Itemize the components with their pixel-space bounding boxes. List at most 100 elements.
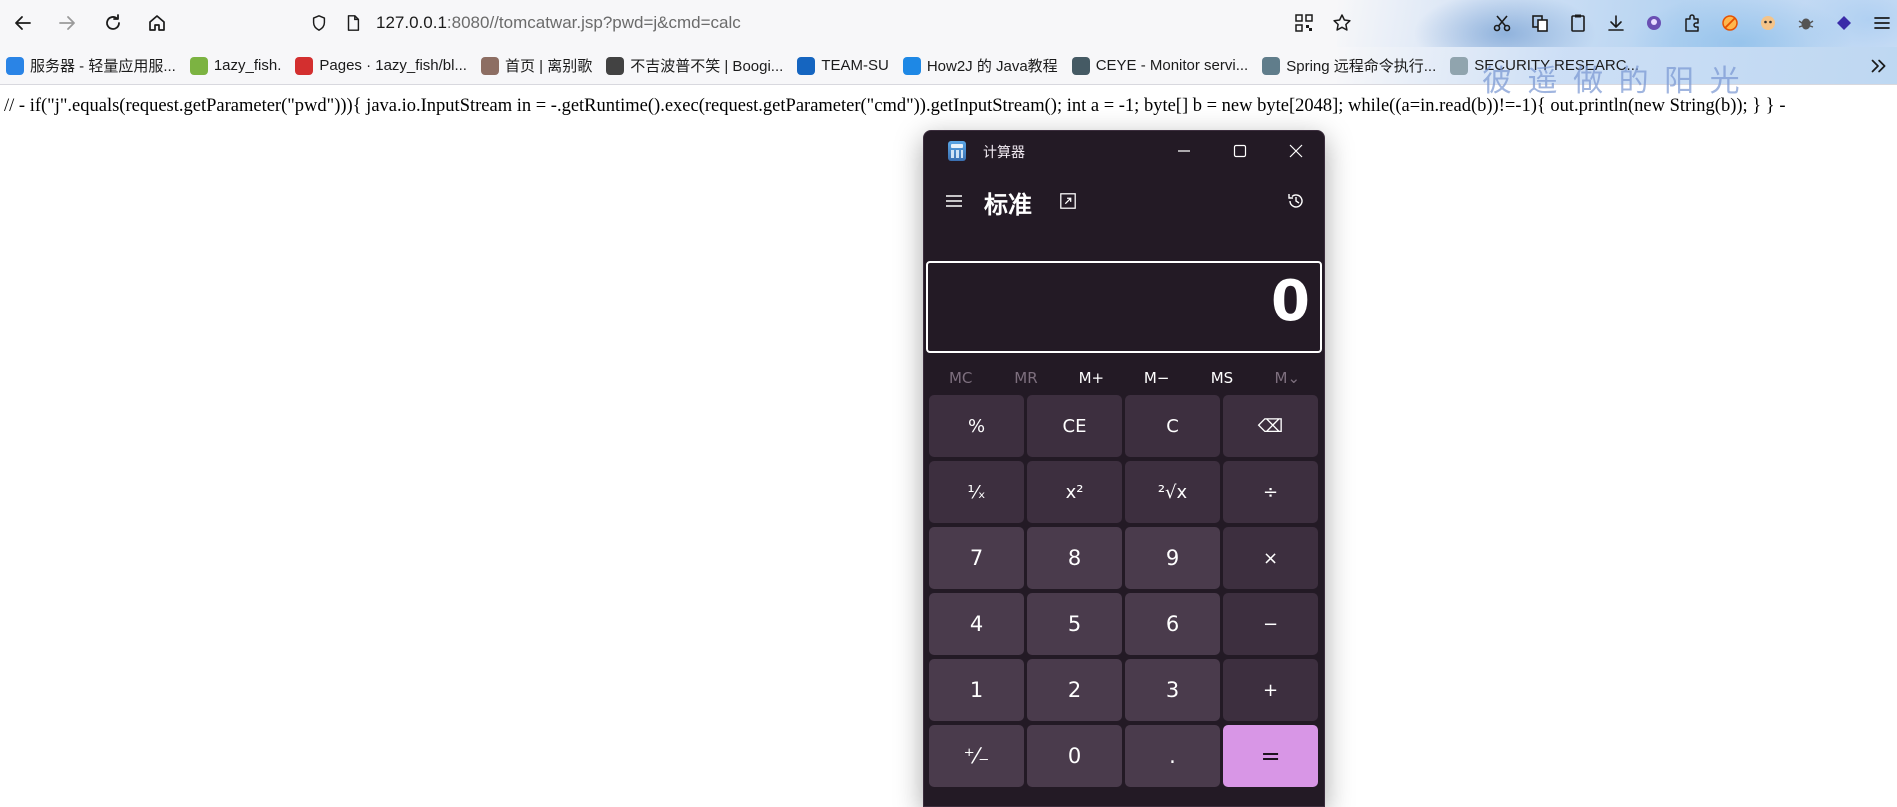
home-button[interactable] — [142, 8, 172, 38]
url-text[interactable]: 127.0.0.1:8080//tomcatwar.jsp?pwd=j&cmd=… — [376, 13, 741, 33]
negate-key[interactable]: ⁺⁄₋ — [929, 725, 1024, 787]
mode-title: 标准 — [984, 191, 1032, 219]
multiply-key[interactable]: × — [1223, 527, 1318, 589]
page-icon[interactable] — [342, 12, 364, 34]
bookmark-label: Spring 远程命令执行... — [1286, 58, 1437, 75]
clear-entry-key[interactable]: CE — [1027, 395, 1122, 457]
address-bar[interactable]: 127.0.0.1:8080//tomcatwar.jsp?pwd=j&cmd=… — [308, 8, 1208, 38]
memory-button[interactable]: M+ — [1059, 357, 1124, 399]
digit-5-key[interactable]: 5 — [1027, 593, 1122, 655]
bookmark-label: 1azy_fish. — [213, 57, 282, 74]
bookmark-label: Pages · 1azy_fish/bl... — [319, 57, 467, 74]
memory-button[interactable]: M⌄ — [1255, 357, 1320, 399]
bookmark-item[interactable]: Pages · 1azy_fish/bl... — [295, 56, 467, 75]
reload-icon — [106, 14, 120, 30]
memory-button[interactable]: M− — [1124, 357, 1189, 399]
copy-button[interactable] — [1525, 8, 1555, 38]
memory-button[interactable]: MC — [928, 357, 993, 399]
qr-code-button[interactable] — [1289, 8, 1319, 38]
extension-button-4[interactable] — [1791, 8, 1821, 38]
bookmark-item[interactable]: 1azy_fish. — [189, 56, 282, 75]
forward-icon — [59, 16, 75, 30]
shield-icon[interactable] — [308, 12, 330, 34]
memory-button[interactable]: MR — [993, 357, 1058, 399]
bookmark-item[interactable]: Spring 远程命令执行... — [1262, 55, 1436, 76]
forward-button[interactable] — [52, 8, 82, 38]
gitee-icon — [295, 56, 314, 75]
divide-key[interactable]: ÷ — [1223, 461, 1318, 523]
extensions-menu-button[interactable] — [1677, 8, 1707, 38]
back-button[interactable] — [8, 8, 38, 38]
digit-7-key[interactable]: 7 — [929, 527, 1024, 589]
reciprocal-key[interactable]: ¹⁄ₓ — [929, 461, 1024, 523]
qr-code-icon — [1295, 14, 1313, 32]
subtract-key[interactable]: − — [1223, 593, 1318, 655]
keep-on-top-icon — [1060, 193, 1076, 209]
decimal-key[interactable]: . — [1125, 725, 1220, 787]
downloads-button[interactable] — [1601, 8, 1631, 38]
digit-4-key[interactable]: 4 — [929, 593, 1024, 655]
history-icon — [1288, 194, 1303, 208]
bookmark-star-button[interactable] — [1327, 8, 1357, 38]
calculator-window: 计算器 标准 0 MC MR M+ M− MS M⌄ % CE C ⌫ ¹⁄ₓ x² ²√x ÷ 7 8 9 ×… — [923, 130, 1325, 807]
add-key[interactable]: + — [1223, 659, 1318, 721]
bookmark-label: 服务器 - 轻量应用服... — [30, 58, 176, 75]
toolbar-actions — [1281, 8, 1897, 38]
memory-button[interactable]: MS — [1189, 357, 1254, 399]
close-icon — [1289, 144, 1303, 158]
extension-button-1[interactable] — [1639, 8, 1669, 38]
research-icon — [1450, 56, 1469, 75]
url-path: :8080//tomcatwar.jsp?pwd=j&cmd=calc — [446, 13, 741, 32]
square-key[interactable]: x² — [1027, 461, 1122, 523]
digit-8-key[interactable]: 8 — [1027, 527, 1122, 589]
maximize-icon — [1233, 144, 1247, 158]
clear-key[interactable]: C — [1125, 395, 1220, 457]
calculator-app-icon — [948, 141, 966, 161]
bug-icon — [1798, 18, 1814, 30]
browser-toolbar: 127.0.0.1:8080//tomcatwar.jsp?pwd=j&cmd=… — [0, 0, 1897, 47]
digit-2-key[interactable]: 2 — [1027, 659, 1122, 721]
bookmark-item[interactable]: CEYE - Monitor servi... — [1071, 56, 1249, 75]
digit-3-key[interactable]: 3 — [1125, 659, 1220, 721]
back-icon — [15, 16, 31, 30]
plant-icon — [480, 56, 499, 75]
bookmark-item[interactable]: 服务器 - 轻量应用服... — [6, 55, 176, 76]
clipboard-icon — [1571, 14, 1585, 32]
percent-key[interactable]: % — [929, 395, 1024, 457]
reload-button[interactable] — [98, 8, 128, 38]
chevron-more-icon[interactable] — [1867, 55, 1889, 77]
history-button[interactable] — [1280, 185, 1312, 217]
minimize-button[interactable] — [1156, 131, 1212, 171]
square-root-key[interactable]: ²√x — [1125, 461, 1220, 523]
digit-9-key[interactable]: 9 — [1125, 527, 1220, 589]
extension-button-3[interactable] — [1753, 8, 1783, 38]
bookmark-label: 不吉波普不笑 | Boogi... — [630, 58, 784, 75]
minimize-icon — [1178, 150, 1190, 152]
layers-icon — [1837, 16, 1851, 30]
app-menu-button[interactable] — [1867, 8, 1897, 38]
bookmark-item[interactable]: 首页 | 离别歌 — [480, 55, 593, 76]
bookmark-label: 首页 | 离别歌 — [504, 58, 593, 75]
backspace-key[interactable]: ⌫ — [1223, 395, 1318, 457]
equals-key[interactable]: = — [1223, 725, 1318, 787]
bookmark-item[interactable]: 不吉波普不笑 | Boogi... — [606, 55, 783, 76]
screenshot-button[interactable] — [1487, 8, 1517, 38]
maximize-button[interactable] — [1212, 131, 1268, 171]
digit-6-key[interactable]: 6 — [1125, 593, 1220, 655]
keypad: % CE C ⌫ ¹⁄ₓ x² ²√x ÷ 7 8 9 × 4 5 6− 1 2 3 + ⁺⁄₋ 0. = — [929, 395, 1321, 787]
digit-0-key[interactable]: 0 — [1027, 725, 1122, 787]
spring-icon — [1262, 56, 1281, 75]
scissors-icon — [1493, 15, 1511, 32]
keep-on-top-button[interactable] — [1054, 187, 1082, 215]
navigation-menu-button[interactable] — [938, 185, 970, 217]
extension-button-5[interactable] — [1829, 8, 1859, 38]
calculator-titlebar[interactable]: 计算器 — [924, 131, 1324, 171]
star-icon — [1333, 14, 1351, 31]
close-button[interactable] — [1268, 131, 1324, 171]
bookmark-label: CEYE - Monitor servi... — [1095, 57, 1249, 74]
digit-1-key[interactable]: 1 — [929, 659, 1024, 721]
extension-button-2[interactable] — [1715, 8, 1745, 38]
bookmark-item[interactable]: TEAM-SU — [797, 56, 889, 75]
clipboard-button[interactable] — [1563, 8, 1593, 38]
bookmark-item[interactable]: How2J 的 Java教程 — [902, 55, 1058, 76]
